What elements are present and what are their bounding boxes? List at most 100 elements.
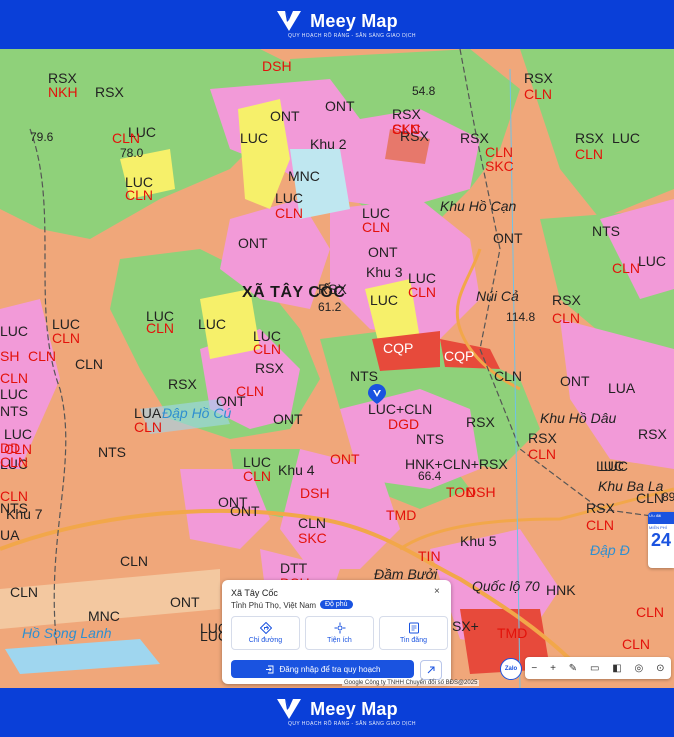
login-icon [265, 665, 273, 673]
map-zone-label: 89 [662, 490, 674, 504]
map-zone-label: LUC [638, 253, 667, 269]
map-zone-label: LUC+CLN [368, 401, 433, 417]
map-zone-label: Khu 5 [460, 533, 497, 549]
map-zone-label: CLN [622, 636, 651, 652]
map-zone-label: ONT [493, 230, 523, 246]
map-zone-label: CLN [243, 468, 272, 484]
map-zone-label: SKC [298, 530, 327, 546]
directions-icon [259, 622, 272, 634]
map-zone-label: SX+ [452, 618, 479, 634]
map-zone-label: 61.2 [318, 300, 342, 314]
map-zone-label: RSX [168, 376, 197, 392]
map-zone-label: CLN [236, 383, 265, 399]
map-zone-label: NTS [592, 223, 620, 239]
zalo-button[interactable]: Zalo [500, 658, 522, 680]
popup-subtitle: Tỉnh Phú Thọ, Việt Nam [231, 601, 317, 610]
directions-button[interactable]: Chỉ đường [231, 616, 300, 650]
utilities-icon [334, 622, 345, 634]
popup-title: Xã Tây Cốc [231, 588, 278, 598]
map-zone-label: Đập Đ [590, 542, 630, 558]
map-zone-label: ONT [238, 235, 268, 251]
map-zone-label: Núi Cả [476, 288, 519, 304]
map-zone-label: HNK [546, 582, 576, 598]
map-zone-label: NTS [0, 500, 28, 516]
map-zone-label: 54.8 [412, 84, 436, 98]
map-zone-label: NTS [350, 368, 378, 384]
draw-tool-button[interactable]: ✎ [569, 663, 577, 674]
map-zone-label: Khu 3 [366, 264, 403, 280]
location-pin-icon[interactable] [368, 384, 386, 404]
map-zone-label: CLN [408, 284, 437, 300]
map-zone-label: Quốc lộ 70 [472, 578, 540, 594]
brand-tagline: QUY HOẠCH RÕ RÀNG - SẴN SÀNG GIAO DỊCH [288, 33, 416, 39]
map-zone-label: RSX [318, 281, 347, 297]
map-zone-label: MNC [88, 608, 120, 624]
map-zone-label: LUA [134, 405, 162, 421]
layer-tool-button[interactable]: ▭ [590, 663, 599, 674]
meey-logo-icon [277, 699, 302, 719]
header-bar: Meey Map QUY HOẠCH RÕ RÀNG - SẴN SÀNG GI… [0, 0, 674, 49]
map-zone-label: ONT [368, 244, 398, 260]
map-zone-label: LUC [408, 270, 437, 286]
location-popup: Xã Tây Cốc Tỉnh Phú Thọ, Việt Nam Độ phủ… [222, 580, 451, 684]
map-zone-label: LUC [52, 316, 81, 332]
map-zone-label: RSX [586, 500, 615, 516]
map-zone-label: 66.4 [418, 469, 442, 483]
map-zone-label: CQP [444, 348, 475, 364]
directions-label: Chỉ đường [248, 637, 283, 644]
map-zone-label: CLN [575, 146, 604, 162]
map-zone-label: DSH [300, 485, 330, 501]
map-zone-label: CLN [0, 370, 29, 386]
map-zone-label: CLN [524, 86, 553, 102]
map-zone-label: ONT [330, 451, 360, 467]
map-zone-label: SH [0, 348, 20, 364]
login-label: Đăng nhập để tra quy hoạch [279, 664, 381, 674]
map-zone-label: ONT [170, 594, 200, 610]
gps-button[interactable]: ⊙ [656, 663, 664, 674]
listings-icon [408, 622, 419, 634]
map-zone-label: CLN [485, 144, 514, 160]
share-button[interactable] [420, 660, 442, 680]
map-zone-label: MNC [288, 168, 320, 184]
split-view-button[interactable]: ◧ [612, 663, 621, 674]
map-zone-label: TMD [497, 625, 528, 641]
login-button[interactable]: Đăng nhập để tra quy hoạch [231, 660, 414, 678]
map-zone-label: LUC [596, 458, 625, 474]
utilities-button[interactable]: Tiện ích [305, 616, 374, 650]
footer-bar: Meey Map QUY HOẠCH RÕ RÀNG - SẴN SÀNG GI… [0, 688, 674, 737]
listings-button[interactable]: Tin đăng [379, 616, 448, 650]
map-zone-label: 114.8 [506, 310, 536, 324]
map-zone-label: NTS [0, 403, 28, 419]
map-zone-label: CLN [0, 454, 29, 470]
map-zone-label: CQP [383, 340, 414, 356]
map-zone-label: DD [0, 440, 21, 456]
map-zone-label: NTS [416, 431, 444, 447]
close-icon[interactable]: × [434, 586, 440, 597]
share-icon [427, 666, 435, 674]
brand-name-footer: Meey Map [310, 698, 398, 719]
map-toolbar: − + ✎ ▭ ◧ ◎ ⊙ [525, 657, 671, 679]
map-zone-label: Hồ Song Lanh [22, 625, 112, 641]
coverage-badge[interactable]: Độ phủ [320, 600, 353, 609]
map-zone-label: TIN [418, 548, 441, 564]
map-zone-label: RSX [638, 426, 667, 442]
map-zone-label: RSX [255, 360, 284, 376]
map-zone-label: NKH [48, 84, 78, 100]
map-zone-label: RSX [466, 414, 495, 430]
map-zone-label: CLN [134, 419, 163, 435]
promo-side-card[interactable]: Ưu đãi MIỄN PHÍ 24 [648, 512, 674, 568]
map-zone-label: RSX [460, 130, 489, 146]
map-zone-label: Đầm Bưởi [374, 566, 438, 582]
map-zone-label: CLN [636, 604, 665, 620]
google-attribution: Google [344, 680, 364, 686]
zoom-in-button[interactable]: + [550, 663, 556, 674]
map-zone-label: NTS [98, 444, 126, 460]
brand-tagline-footer: QUY HOẠCH RÕ RÀNG - SẴN SÀNG GIAO DỊCH [288, 721, 416, 727]
promo-number: 24 [651, 530, 672, 550]
map-zone-label: LUA [608, 380, 636, 396]
locate-button[interactable]: ◎ [635, 663, 644, 674]
map-zone-label: RSX [552, 292, 581, 308]
zoom-out-button[interactable]: − [531, 663, 537, 674]
map-zone-label: DTT [280, 560, 308, 576]
map-zone-label: CLN [636, 490, 665, 506]
